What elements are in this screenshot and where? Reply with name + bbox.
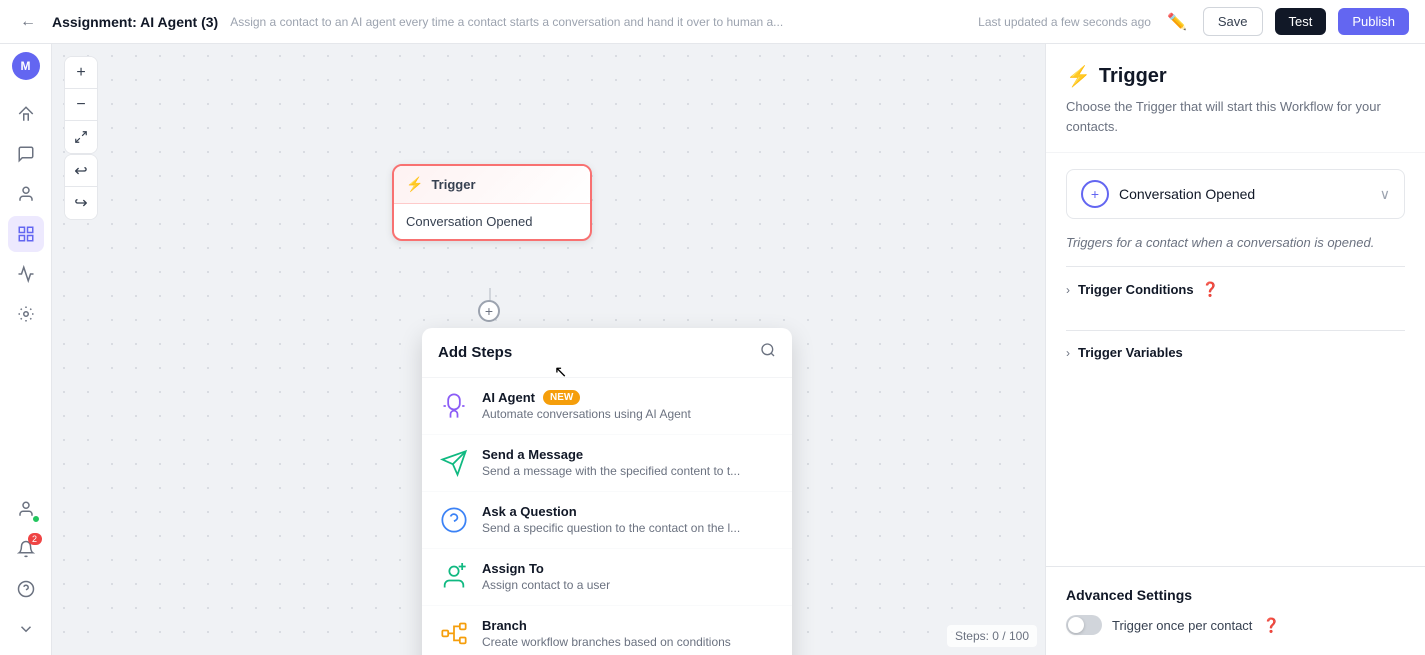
- back-button[interactable]: ←: [16, 9, 40, 35]
- send-message-content: Send a Message Send a message with the s…: [482, 447, 776, 478]
- sidebar-icon-home[interactable]: [8, 96, 44, 132]
- send-message-desc: Send a message with the specified conten…: [482, 464, 776, 478]
- advanced-settings-title: Advanced Settings: [1066, 587, 1405, 603]
- trigger-variables-header[interactable]: › Trigger Variables: [1066, 345, 1405, 360]
- left-sidebar: M 2: [0, 44, 52, 655]
- sidebar-icon-contacts[interactable]: [8, 176, 44, 212]
- steps-counter: Steps: 0 / 100: [947, 625, 1037, 647]
- trigger-conditions-section: › Trigger Conditions ❓: [1066, 266, 1405, 298]
- zoom-out-button[interactable]: −: [65, 89, 97, 121]
- trigger-node-content: Conversation Opened: [406, 214, 532, 229]
- sidebar-icon-conversations[interactable]: [8, 136, 44, 172]
- topbar: ← Assignment: AI Agent (3) Assign a cont…: [0, 0, 1425, 44]
- conditions-help-icon: ❓: [1202, 281, 1219, 298]
- step-item-assign-to[interactable]: Assign To Assign contact to a user: [422, 549, 792, 606]
- workflow-subtitle: Assign a contact to an AI agent every ti…: [230, 15, 966, 29]
- trigger-once-label: Trigger once per contact: [1112, 618, 1252, 633]
- branch-name: Branch: [482, 618, 776, 633]
- branch-content: Branch Create workflow branches based on…: [482, 618, 776, 649]
- step-item-send-message[interactable]: Send a Message Send a message with the s…: [422, 435, 792, 492]
- chevron-right-icon-2: ›: [1066, 346, 1070, 360]
- add-step-circle-button[interactable]: +: [478, 300, 500, 322]
- assign-to-icon: [438, 561, 470, 593]
- undo-redo-controls: ↩ ↪: [64, 154, 98, 220]
- trigger-node-body: Conversation Opened: [394, 204, 590, 239]
- trigger-conditions-header[interactable]: › Trigger Conditions ❓: [1066, 281, 1405, 298]
- sidebar-icon-notifications[interactable]: 2: [8, 531, 44, 567]
- ai-agent-icon: [438, 390, 470, 422]
- fit-view-button[interactable]: [65, 121, 97, 153]
- trigger-node-header: ⚡ Trigger: [394, 166, 590, 204]
- branch-desc: Create workflow branches based on condit…: [482, 635, 776, 649]
- trigger-title-icon: ⚡: [1066, 64, 1091, 89]
- main-layout: M 2: [0, 44, 1425, 655]
- canvas-area: + − ↩ ↪ ⚡ Trigger Conversation Opened +: [52, 44, 1045, 655]
- add-steps-header: Add Steps: [422, 328, 792, 378]
- sidebar-icon-reports[interactable]: [8, 256, 44, 292]
- trigger-conditions-label: Trigger Conditions: [1078, 282, 1194, 297]
- ask-question-content: Ask a Question Send a specific question …: [482, 504, 776, 535]
- add-steps-panel: Add Steps AI Agent NEW: [422, 328, 792, 655]
- trigger-node-label: Trigger: [431, 177, 475, 192]
- add-steps-search-button[interactable]: [760, 342, 776, 363]
- trigger-node[interactable]: ⚡ Trigger Conversation Opened: [392, 164, 592, 241]
- toggle-help-icon: ❓: [1262, 617, 1279, 634]
- right-panel-subtitle: Choose the Trigger that will start this …: [1066, 97, 1405, 136]
- trigger-variables-label: Trigger Variables: [1078, 345, 1183, 360]
- redo-button[interactable]: ↪: [65, 187, 97, 219]
- trigger-variables-section: › Trigger Variables: [1066, 330, 1405, 360]
- trigger-selector[interactable]: + Conversation Opened ∨: [1066, 169, 1405, 219]
- last-updated: Last updated a few seconds ago: [978, 15, 1151, 29]
- step-item-branch[interactable]: Branch Create workflow branches based on…: [422, 606, 792, 655]
- send-message-icon: [438, 447, 470, 479]
- publish-button[interactable]: Publish: [1338, 8, 1409, 35]
- assign-to-content: Assign To Assign contact to a user: [482, 561, 776, 592]
- edit-title-button[interactable]: ✏️: [1163, 8, 1191, 36]
- trigger-once-row: Trigger once per contact ❓: [1066, 615, 1405, 635]
- sidebar-icon-user[interactable]: [8, 491, 44, 527]
- right-panel: ⚡ Trigger Choose the Trigger that will s…: [1045, 44, 1425, 655]
- sidebar-icon-help[interactable]: [8, 571, 44, 607]
- send-message-name: Send a Message: [482, 447, 776, 462]
- ai-agent-desc: Automate conversations using AI Agent: [482, 407, 776, 421]
- step-item-ask-question[interactable]: Ask a Question Send a specific question …: [422, 492, 792, 549]
- right-panel-title: ⚡ Trigger: [1066, 64, 1405, 89]
- trigger-note: Triggers for a contact when a conversati…: [1066, 235, 1405, 250]
- assign-to-desc: Assign contact to a user: [482, 578, 776, 592]
- trigger-node-icon: ⚡: [406, 176, 423, 193]
- undo-button[interactable]: ↩: [65, 155, 97, 187]
- test-button[interactable]: Test: [1275, 8, 1327, 35]
- right-panel-header: ⚡ Trigger Choose the Trigger that will s…: [1046, 44, 1425, 153]
- assign-to-name: Assign To: [482, 561, 776, 576]
- workflow-title: Assignment: AI Agent (3): [52, 14, 218, 30]
- advanced-settings: Advanced Settings Trigger once per conta…: [1046, 566, 1425, 655]
- chevron-down-icon: ∨: [1380, 186, 1390, 203]
- zoom-in-button[interactable]: +: [65, 57, 97, 89]
- trigger-circle-icon: +: [1081, 180, 1109, 208]
- add-steps-title: Add Steps: [438, 344, 512, 361]
- ai-agent-new-badge: NEW: [543, 390, 580, 405]
- chevron-right-icon: ›: [1066, 283, 1070, 297]
- branch-icon: [438, 618, 470, 650]
- sidebar-icon-settings[interactable]: [8, 296, 44, 332]
- ask-question-name: Ask a Question: [482, 504, 776, 519]
- step-item-ai-agent[interactable]: AI Agent NEW Automate conversations usin…: [422, 378, 792, 435]
- ai-agent-name: AI Agent NEW: [482, 390, 776, 405]
- ai-agent-content: AI Agent NEW Automate conversations usin…: [482, 390, 776, 421]
- sidebar-icon-more[interactable]: [8, 611, 44, 647]
- trigger-once-toggle[interactable]: [1066, 615, 1102, 635]
- avatar: M: [12, 52, 40, 80]
- sidebar-icon-workflows[interactable]: [8, 216, 44, 252]
- save-button[interactable]: Save: [1203, 7, 1263, 36]
- ask-question-desc: Send a specific question to the contact …: [482, 521, 776, 535]
- trigger-selector-text: Conversation Opened: [1119, 186, 1370, 202]
- step-list: AI Agent NEW Automate conversations usin…: [422, 378, 792, 655]
- ask-question-icon: [438, 504, 470, 536]
- zoom-controls: + −: [64, 56, 98, 154]
